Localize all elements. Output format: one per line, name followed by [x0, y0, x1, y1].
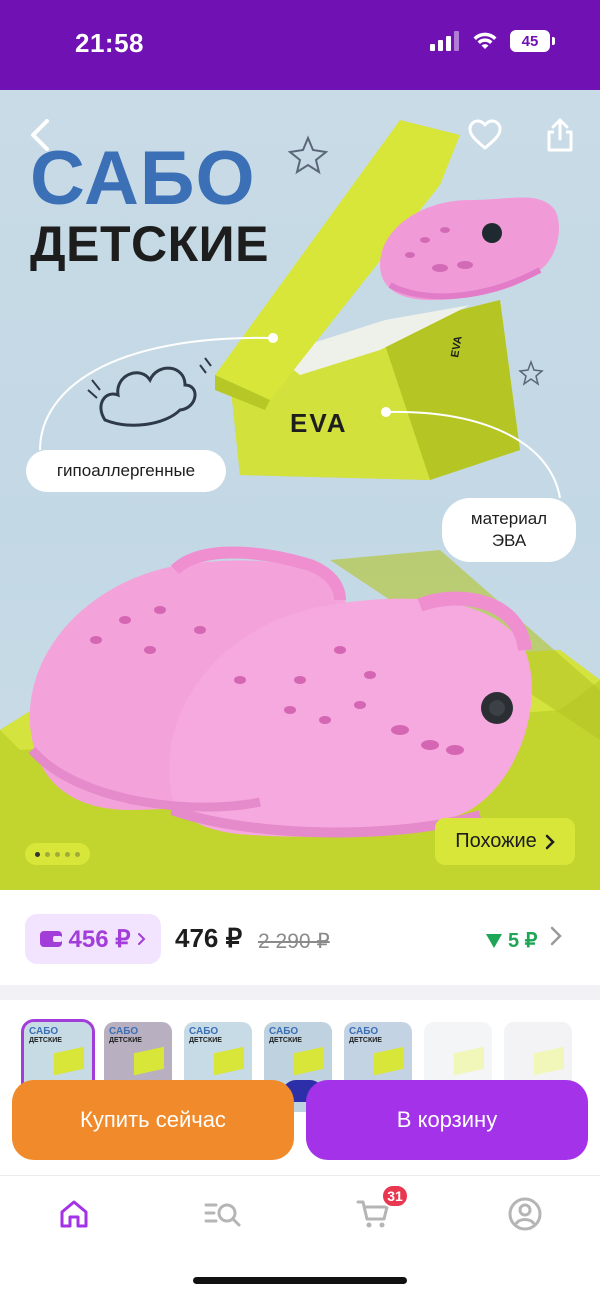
profile-icon: [508, 1197, 542, 1231]
hero-title-line1: САБО: [30, 136, 256, 221]
thumbnail-box: [534, 1046, 564, 1076]
wallet-price-button[interactable]: 456 ₽: [25, 914, 161, 964]
star-decoration: [518, 359, 544, 386]
thumbnail-subtitle: ДЕТСКИЕ: [349, 1037, 382, 1044]
thumbnail-subtitle: ДЕТСКИЕ: [189, 1037, 222, 1044]
thumbnail-subtitle: ДЕТСКИЕ: [29, 1037, 62, 1044]
old-price: 2 290 ₽: [258, 930, 330, 953]
cloud-doodle: [99, 366, 197, 427]
material-tag: материал ЭВА: [442, 498, 576, 562]
wallet-icon: [39, 931, 62, 947]
heart-icon: [468, 119, 502, 150]
battery-level: 45: [521, 32, 539, 50]
similar-button-label: Похожие: [455, 830, 537, 852]
nav-profile[interactable]: [505, 1194, 545, 1234]
share-icon: [547, 118, 573, 152]
thumbnail-title: САБО: [269, 1026, 299, 1037]
signal-icon: [430, 31, 459, 51]
thumbnail-subtitle: ДЕТСКИЕ: [269, 1037, 302, 1044]
back-button[interactable]: [20, 115, 60, 155]
thumbnail-title: САБО: [349, 1026, 379, 1037]
buy-now-button[interactable]: Купить сейчас: [12, 1080, 294, 1160]
home-icon: [60, 1200, 88, 1228]
large-clogs-image: [28, 546, 532, 838]
pager-dot: [75, 851, 80, 857]
nav-catalog[interactable]: [203, 1194, 243, 1234]
thumbnail-subtitle: ДЕТСКИЕ: [109, 1037, 142, 1044]
hero-title-line2: ДЕТСКИЕ: [30, 216, 269, 272]
product-image-carousel[interactable]: EVA САБО ДЕТСКИЕ EVA гипоаллергенные мат…: [0, 90, 600, 890]
cart-badge: 31: [381, 1184, 409, 1208]
catalog-search-icon: [204, 1203, 241, 1227]
triangle-down-icon: [486, 933, 502, 948]
add-to-cart-button[interactable]: В корзину: [306, 1080, 588, 1160]
nav-cart[interactable]: 31: [353, 1184, 409, 1234]
thumbnail-box: [134, 1046, 164, 1076]
thumbnail-box: [294, 1046, 324, 1076]
pager-dot: [65, 851, 70, 857]
chevron-right-icon: [545, 834, 555, 849]
favorite-button[interactable]: [465, 115, 505, 155]
hypoallergenic-tag: гипоаллергенные: [26, 450, 226, 492]
status-icons: 45: [430, 30, 555, 52]
share-button[interactable]: [540, 115, 580, 155]
section-divider: [0, 985, 600, 1000]
battery-icon: 45: [510, 30, 555, 52]
wallet-price: 456 ₽: [68, 925, 131, 953]
thumbnail-box: [214, 1046, 244, 1076]
box-brand-label: EVA: [290, 408, 348, 438]
thumbnail-title: САБО: [189, 1026, 219, 1037]
pager-dot: [45, 851, 50, 857]
chevron-right-icon: [138, 933, 146, 945]
image-pager: [25, 843, 90, 865]
back-icon: [31, 119, 49, 151]
star-decoration: [287, 135, 329, 175]
thumbnail-title: САБО: [109, 1026, 139, 1037]
nav-home[interactable]: [54, 1194, 94, 1234]
wifi-icon: [473, 32, 497, 49]
home-indicator: [193, 1277, 407, 1284]
cashback-badge[interactable]: 5 ₽: [486, 928, 537, 953]
current-price: 476 ₽: [175, 923, 243, 953]
cashback-value: 5 ₽: [508, 930, 538, 952]
thumbnail-box: [374, 1046, 404, 1076]
thumbnail-box: [54, 1046, 84, 1076]
thumbnail-box: [454, 1046, 484, 1076]
similar-button[interactable]: Похожие: [435, 818, 575, 865]
status-time: 21:58: [75, 28, 144, 58]
cashback-chevron[interactable]: [550, 926, 562, 952]
thumbnail-title: САБО: [29, 1026, 59, 1037]
price-section: 456 ₽ 476 ₽ 2 290 ₽ 5 ₽: [0, 890, 600, 985]
pager-dot: [35, 851, 40, 857]
status-bar: 21:58 45: [0, 0, 600, 90]
chevron-right-icon: [550, 926, 562, 946]
pager-dot: [55, 851, 60, 857]
